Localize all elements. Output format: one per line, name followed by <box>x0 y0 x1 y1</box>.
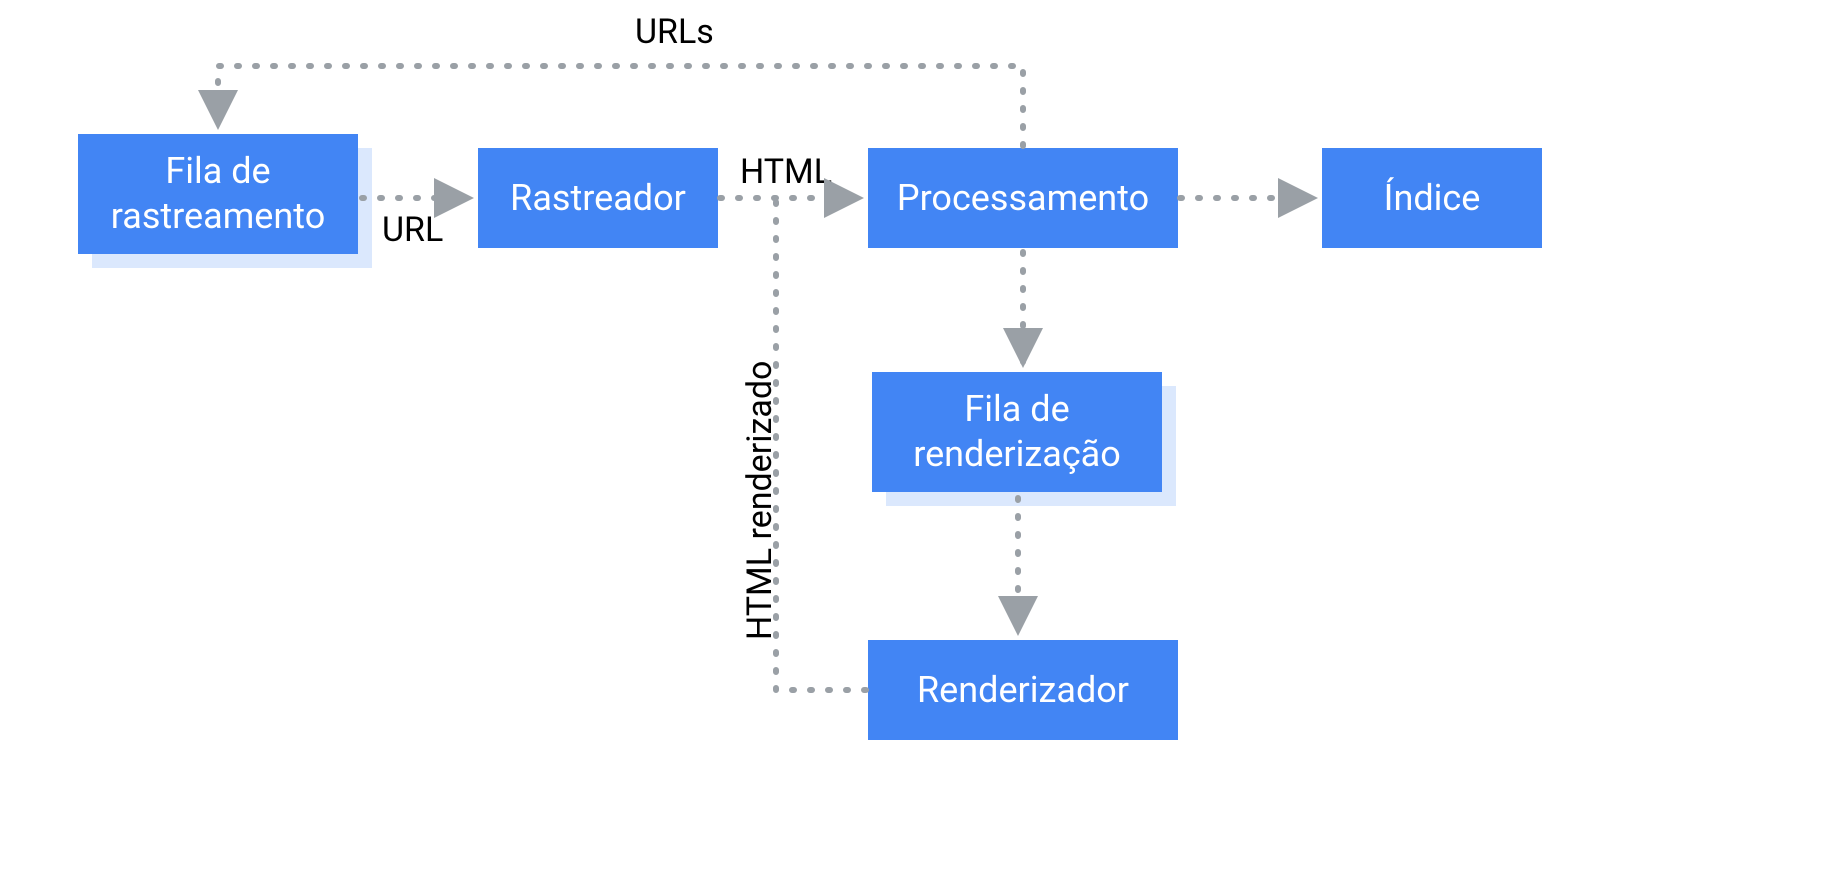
diagram-canvas: Fila derastreamento Rastreador Processam… <box>0 0 1829 882</box>
edge-label-html: HTML <box>740 152 832 192</box>
renderer-label: Renderizador <box>917 668 1129 713</box>
crawl-queue-box: Fila derastreamento <box>78 134 358 254</box>
edge-renderer-to-processing <box>776 198 866 690</box>
crawler-box: Rastreador <box>478 148 718 248</box>
edge-label-urls: URLs <box>635 12 714 52</box>
crawler-label: Rastreador <box>510 176 686 221</box>
processing-label: Processamento <box>897 176 1149 221</box>
edge-label-url: URL <box>382 210 443 250</box>
renderer-box: Renderizador <box>868 640 1178 740</box>
index-label: Índice <box>1384 176 1481 221</box>
processing-box: Processamento <box>868 148 1178 248</box>
index-box: Índice <box>1322 148 1542 248</box>
edge-label-html-rendered: HTML renderizado <box>740 361 780 640</box>
render-queue-label: Fila derenderização <box>913 387 1121 477</box>
render-queue-box: Fila derenderização <box>872 372 1162 492</box>
crawl-queue-label: Fila derastreamento <box>111 149 325 239</box>
